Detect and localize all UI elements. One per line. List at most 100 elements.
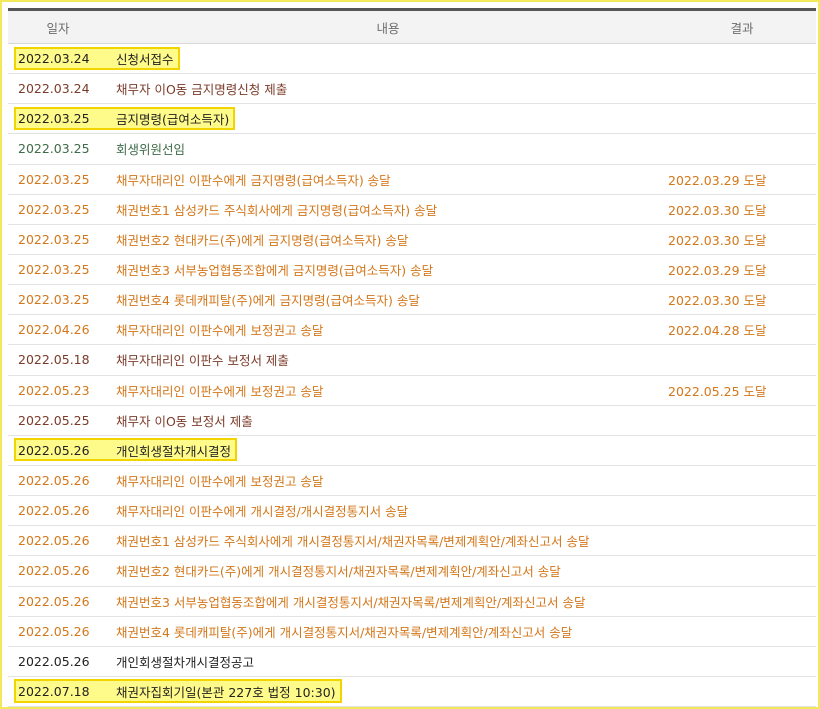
date-text: 2022.03.25 xyxy=(18,201,90,217)
table-row: 2022.05.25 채무자 이O동 보정서 제출 xyxy=(8,405,816,436)
table-header-row: 일자 내용 결과 xyxy=(8,9,816,44)
cell-date: 2022.03.25 xyxy=(8,284,108,316)
content-text: 채권번호4 롯데캐피탈(주)에게 개시결정통지서/채권자목록/변제계획안/계좌신… xyxy=(116,624,573,640)
cell-date: 2022.03.25 xyxy=(8,133,108,165)
result-text: 2022.04.28 도달 xyxy=(668,323,767,339)
cell-date: 2022.05.25 xyxy=(8,405,108,436)
cell-date: 2022.03.25 xyxy=(8,194,108,225)
table-row: 2022.03.25 채무자대리인 이판수에게 금지명령(급여소득자) 송달 202… xyxy=(8,164,816,195)
content-text: 채무자대리인 이판수에게 보정권고 송달 xyxy=(116,323,324,339)
cell-result xyxy=(668,133,816,165)
cell-content: 금지명령(급여소득자) xyxy=(108,103,668,135)
result-text: 2022.05.25 도달 xyxy=(668,383,767,399)
table-row: 2022.03.25 회생위원선임 xyxy=(8,133,816,165)
header-result: 결과 xyxy=(668,9,816,44)
cell-date: 2022.03.24 xyxy=(8,73,108,105)
cell-date: 2022.03.25 xyxy=(8,164,108,195)
table-row: 2022.05.26 채권번호2 현대카드(주)에게 개시결정통지서/채권자목록/… xyxy=(8,555,816,587)
cell-content: 개인회생절차개시결정공고 xyxy=(108,646,668,677)
cell-result: 2022.04.28 도달 xyxy=(668,314,816,346)
cell-content: 채무자대리인 이판수에게 보정권고 송달 xyxy=(108,465,668,497)
cell-content: 채무자대리인 이판수에게 보정권고 송달 xyxy=(108,375,668,406)
cell-result xyxy=(668,43,816,75)
cell-date: 2022.04.26 xyxy=(8,314,108,346)
cell-date: 2022.03.24 xyxy=(8,43,108,75)
cell-result xyxy=(668,676,816,708)
cell-content: 채무자 이O동 보정서 제출 xyxy=(108,405,668,436)
cell-content: 개인회생절차개시결정 xyxy=(108,435,668,466)
date-text: 2022.07.18 xyxy=(18,684,90,700)
content-text: 채권번호1 삼성카드 주식회사에게 개시결정통지서/채권자목록/변제계획안/계좌… xyxy=(116,534,590,550)
date-text: 2022.03.25 xyxy=(18,231,90,247)
content-text: 채권번호4 롯데캐피탈(주)에게 금지명령(급여소득자) 송달 xyxy=(116,293,420,309)
content-text: 채권번호3 서부농업협동조합에게 금지명령(급여소득자) 송달 xyxy=(116,263,434,279)
cell-result xyxy=(668,435,816,466)
cell-result xyxy=(668,616,816,647)
cell-result: 2022.03.29 도달 xyxy=(668,164,816,195)
cell-date: 2022.05.26 xyxy=(8,555,108,587)
header-content: 내용 xyxy=(108,9,668,44)
result-text: 2022.03.30 도달 xyxy=(668,293,767,309)
date-text: 2022.05.25 xyxy=(18,412,90,428)
cell-content: 채무자대리인 이판수에게 보정권고 송달 xyxy=(108,314,668,346)
cell-content: 채권번호3 서부농업협동조합에게 금지명령(급여소득자) 송달 xyxy=(108,254,668,286)
cell-content: 채권자집회기일(본관 227호 법정 10:30) xyxy=(108,676,668,708)
cell-result: 2022.03.29 도달 xyxy=(668,254,816,286)
cell-content: 채권번호3 서부농업협동조합에게 개시결정통지서/채권자목록/변제계획안/계좌신… xyxy=(108,586,668,617)
content-text: 채무자 이O동 보정서 제출 xyxy=(116,413,253,429)
case-history-table: 일자 내용 결과 2022.03.24 신청서접수 2022.03.24 채무자 이O… xyxy=(8,8,816,708)
cell-content: 회생위원선임 xyxy=(108,133,668,165)
content-text: 채무자대리인 이판수에게 개시결정/개시결정통지서 송달 xyxy=(116,504,409,520)
date-text: 2022.05.26 xyxy=(18,473,90,489)
content-text: 금지명령(급여소득자) xyxy=(116,112,230,128)
cell-content: 채무자 이O동 금지명령신청 제출 xyxy=(108,73,668,105)
case-history-table-wrap: 일자 내용 결과 2022.03.24 신청서접수 2022.03.24 채무자 이O… xyxy=(8,8,816,708)
cell-content: 채무자대리인 이판수에게 개시결정/개시결정통지서 송달 xyxy=(108,495,668,527)
cell-result xyxy=(668,586,816,617)
date-text: 2022.03.25 xyxy=(18,292,90,308)
date-text: 2022.03.25 xyxy=(18,262,90,278)
cell-content: 채권번호2 현대카드(주)에게 개시결정통지서/채권자목록/변제계획안/계좌신고… xyxy=(108,555,668,587)
cell-date: 2022.03.25 xyxy=(8,103,108,135)
result-text: 2022.03.30 도달 xyxy=(668,202,767,218)
table-row: 2022.05.26 채권번호1 삼성카드 주식회사에게 개시결정통지서/채권자목… xyxy=(8,525,816,557)
cell-date: 2022.07.18 xyxy=(8,676,108,708)
content-text: 채무자대리인 이판수에게 금지명령(급여소득자) 송달 xyxy=(116,172,391,188)
cell-result: 2022.05.25 도달 xyxy=(668,375,816,406)
date-text: 2022.03.24 xyxy=(18,81,90,97)
table-row-highlighted: 2022.03.24 신청서접수 xyxy=(8,43,816,75)
date-text: 2022.05.18 xyxy=(18,352,90,368)
result-text: 2022.03.30 도달 xyxy=(668,232,767,248)
table-row-highlighted: 2022.05.26 개인회생절차개시결정 xyxy=(8,435,816,466)
date-text: 2022.05.26 xyxy=(18,503,90,519)
table-row-highlighted: 2022.07.18 채권자집회기일(본관 227호 법정 10:30) xyxy=(8,676,816,708)
table-row: 2022.03.25 채권번호4 롯데캐피탈(주)에게 금지명령(급여소득자) 송… xyxy=(8,284,816,316)
cell-date: 2022.05.26 xyxy=(8,525,108,557)
table-row: 2022.05.26 채무자대리인 이판수에게 보정권고 송달 xyxy=(8,465,816,497)
date-text: 2022.03.25 xyxy=(18,141,90,157)
content-text: 개인회생절차개시결정 xyxy=(116,443,232,459)
table-row: 2022.05.26 개인회생절차개시결정공고 xyxy=(8,646,816,677)
cell-result: 2022.03.30 도달 xyxy=(668,194,816,225)
cell-result xyxy=(668,465,816,497)
date-text: 2022.03.25 xyxy=(18,111,90,127)
date-text: 2022.05.23 xyxy=(18,382,90,398)
cell-date: 2022.05.26 xyxy=(8,646,108,677)
table-row: 2022.03.25 채권번호2 현대카드(주)에게 금지명령(급여소득자) 송달… xyxy=(8,224,816,255)
content-text: 채권자집회기일(본관 227호 법정 10:30) xyxy=(116,685,336,701)
date-text: 2022.05.26 xyxy=(18,623,90,639)
cell-content: 채권번호4 롯데캐피탈(주)에게 개시결정통지서/채권자목록/변제계획안/계좌신… xyxy=(108,616,668,647)
table-row: 2022.05.26 채권번호4 롯데캐피탈(주)에게 개시결정통지서/채권자목록… xyxy=(8,616,816,647)
cell-result xyxy=(668,646,816,677)
result-text: 2022.03.29 도달 xyxy=(668,172,767,188)
cell-content: 채권번호1 삼성카드 주식회사에게 개시결정통지서/채권자목록/변제계획안/계좌… xyxy=(108,525,668,557)
cell-content: 채권번호1 삼성카드 주식회사에게 금지명령(급여소득자) 송달 xyxy=(108,194,668,225)
content-text: 채권번호3 서부농업협동조합에게 개시결정통지서/채권자목록/변제계획안/계좌신… xyxy=(116,594,586,610)
cell-date: 2022.03.25 xyxy=(8,254,108,286)
cell-date: 2022.05.23 xyxy=(8,375,108,406)
content-text: 개인회생절차개시결정공고 xyxy=(116,654,255,670)
date-text: 2022.03.25 xyxy=(18,171,90,187)
content-text: 채무자대리인 이판수 보정서 제출 xyxy=(116,353,289,369)
cell-result xyxy=(668,555,816,587)
content-text: 채무자대리인 이판수에게 보정권고 송달 xyxy=(116,383,324,399)
